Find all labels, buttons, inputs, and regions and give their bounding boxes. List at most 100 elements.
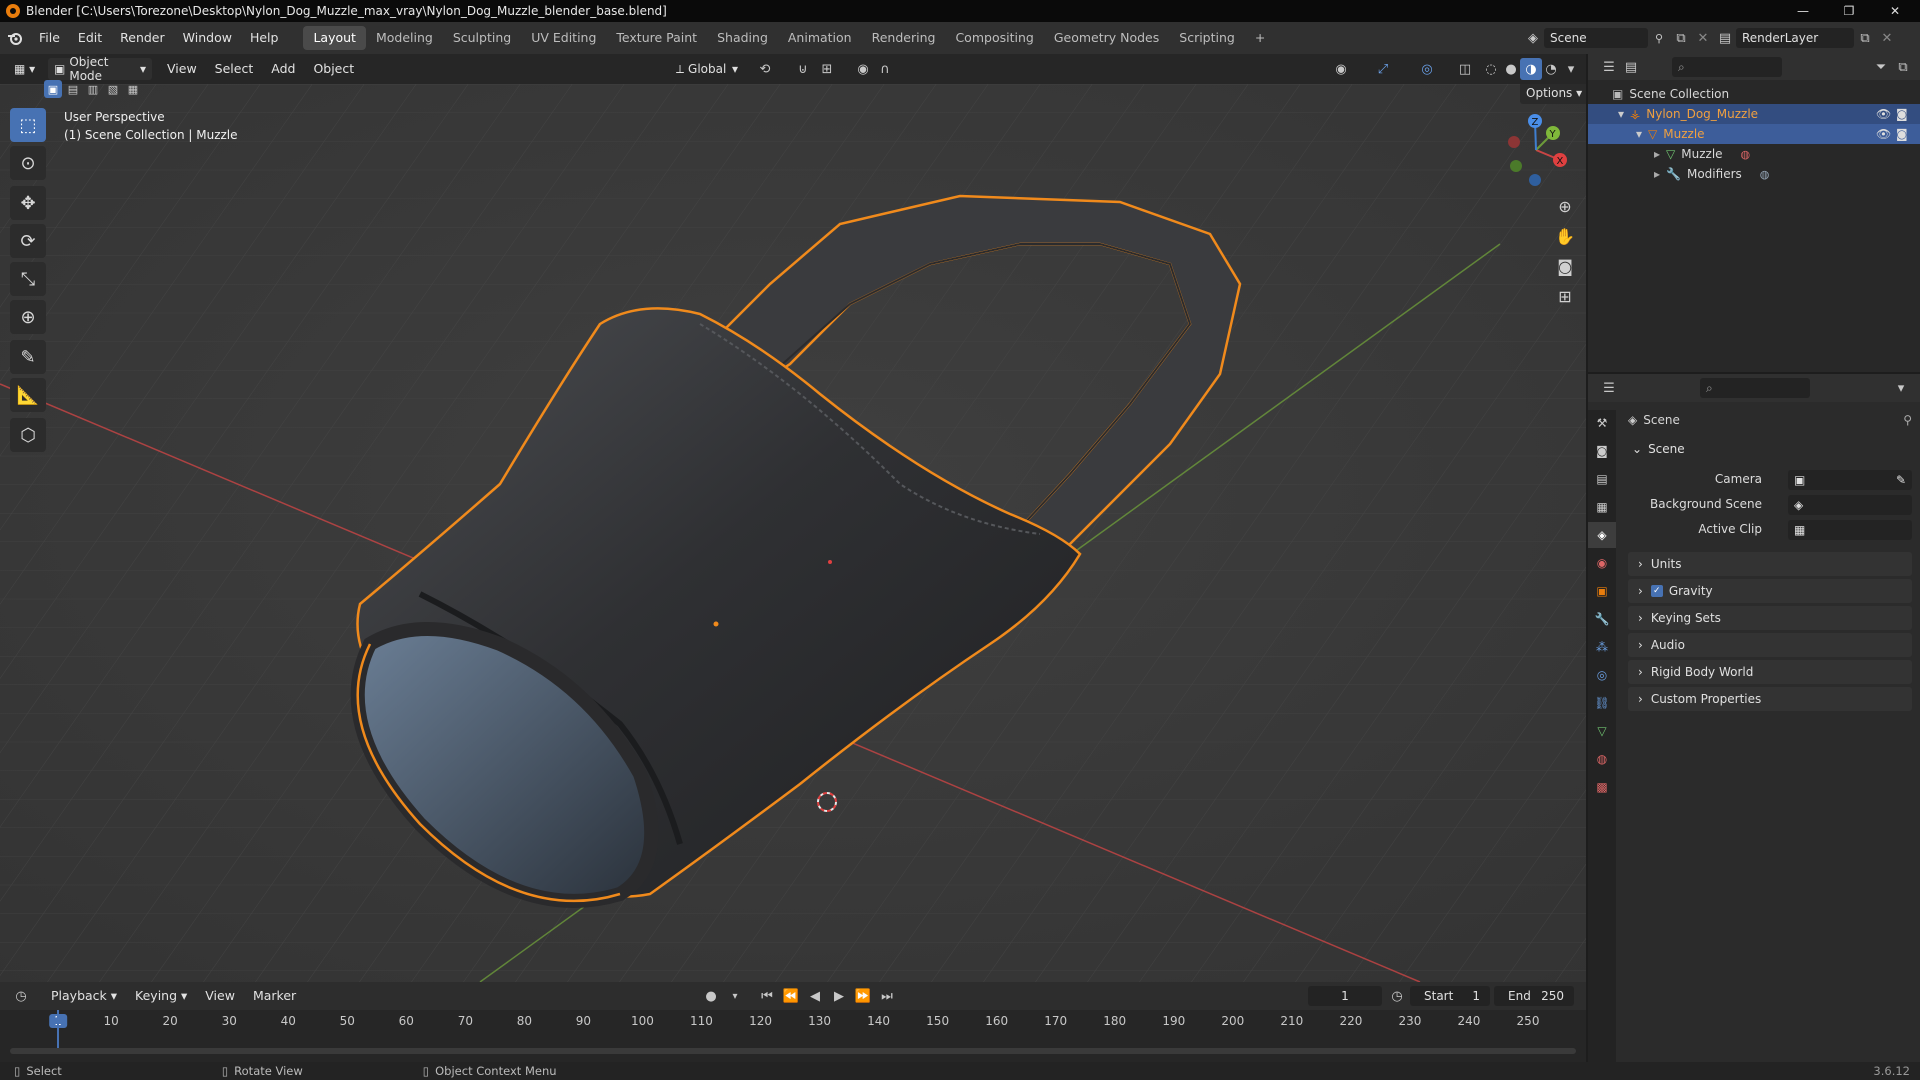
active-clip-field[interactable]: ▦ — [1788, 520, 1912, 540]
expand-arrow-icon[interactable]: ▾ — [1618, 107, 1624, 121]
tab-geometry-nodes[interactable]: Geometry Nodes — [1044, 26, 1169, 50]
scale-tool-icon[interactable]: ⤡ — [10, 262, 46, 296]
outliner-row-modifiers[interactable]: ▸ 🔧 Modifiers ◍ — [1588, 164, 1920, 184]
scene-tab-icon[interactable]: ◈ — [1588, 522, 1616, 548]
next-keyframe-icon[interactable]: ⏩ — [852, 985, 874, 1007]
physics-tab-icon[interactable]: ◎ — [1588, 662, 1616, 688]
prev-keyframe-icon[interactable]: ⏪ — [780, 985, 802, 1007]
particles-tab-icon[interactable]: ⁂ — [1588, 634, 1616, 660]
eye-icon[interactable]: 👁 — [1876, 127, 1891, 141]
outliner-search-input[interactable]: ⌕ — [1672, 57, 1782, 77]
camera-render-icon[interactable]: ◙ — [1896, 107, 1908, 121]
preview-range-icon[interactable]: ◷ — [1386, 985, 1408, 1007]
zoom-icon[interactable]: ⊕ — [1550, 192, 1580, 220]
tab-modeling[interactable]: Modeling — [366, 26, 443, 50]
jump-start-icon[interactable]: ⏮ — [756, 985, 778, 1007]
menu-help[interactable]: Help — [241, 26, 288, 50]
timeline-menu-marker[interactable]: Marker — [244, 984, 305, 1008]
view-layer-selector[interactable]: RenderLayer — [1736, 28, 1854, 48]
viewport-menu-add[interactable]: Add — [262, 57, 304, 81]
background-scene-field[interactable]: ◈ — [1788, 495, 1912, 515]
add-cube-tool-icon[interactable]: ⬡ — [10, 418, 46, 452]
delete-scene-icon[interactable]: ✕ — [1692, 27, 1714, 49]
annotate-tool-icon[interactable]: ✎ — [10, 340, 46, 374]
pin-icon[interactable]: ⚲ — [1648, 27, 1670, 49]
properties-search-input[interactable]: ⌕ — [1700, 378, 1810, 398]
timeline-menu-view[interactable]: View — [196, 984, 244, 1008]
panel-units[interactable]: › Units — [1628, 552, 1912, 576]
jump-end-icon[interactable]: ⏭ — [876, 985, 898, 1007]
panel-rigid-body-world[interactable]: › Rigid Body World — [1628, 660, 1912, 684]
snap-target-icon[interactable]: ⊞ — [816, 58, 838, 80]
scene-section-header[interactable]: ⌄ Scene — [1628, 438, 1912, 460]
move-tool-icon[interactable]: ✥ — [10, 186, 46, 220]
snap-icon[interactable]: ⊍ — [792, 58, 814, 80]
filter-icon[interactable]: ⏷ — [1870, 56, 1892, 78]
expand-arrow-icon[interactable]: ▸ — [1654, 167, 1660, 181]
tab-texture-paint[interactable]: Texture Paint — [606, 26, 707, 50]
modifier-tab-icon[interactable]: 🔧 — [1588, 606, 1616, 632]
record-icon[interactable]: ● — [700, 985, 722, 1007]
maximize-button[interactable]: ❐ — [1826, 0, 1872, 22]
viewport-menu-object[interactable]: Object — [304, 57, 363, 81]
new-scene-icon[interactable]: ⧉ — [1670, 27, 1692, 49]
outliner-row-muzzle-mesh[interactable]: ▸ ▽ Muzzle ◍ — [1588, 144, 1920, 164]
rotate-tool-icon[interactable]: ⟳ — [10, 224, 46, 258]
panel-gravity[interactable]: › ✓ Gravity — [1628, 579, 1912, 603]
rendered-shading-icon[interactable]: ◔ — [1540, 58, 1562, 80]
navigation-gizmo[interactable]: X Y Z — [1496, 112, 1576, 188]
falloff-icon[interactable]: ∩ — [874, 58, 896, 80]
new-view-layer-icon[interactable]: ⧉ — [1854, 27, 1876, 49]
select-invert-icon[interactable]: ▧ — [104, 80, 122, 98]
xray-toggle-icon[interactable]: ◫ — [1454, 58, 1476, 80]
start-frame-field[interactable]: Start 1 — [1410, 986, 1490, 1006]
panel-custom-properties[interactable]: › Custom Properties — [1628, 687, 1912, 711]
outliner-row-muzzle-object[interactable]: ▾ ▽ Muzzle 👁 ◙ — [1588, 124, 1920, 144]
select-intersect-icon[interactable]: ▦ — [124, 80, 142, 98]
view-layer-tab-icon[interactable]: ▦ — [1588, 494, 1616, 520]
viewport-menu-select[interactable]: Select — [206, 57, 263, 81]
proportional-editing-icon[interactable]: ◉ — [852, 58, 874, 80]
pin-icon[interactable]: ⚲ — [1903, 413, 1912, 427]
display-mode-icon[interactable]: ▤ — [1620, 56, 1642, 78]
tab-scripting[interactable]: Scripting — [1169, 26, 1245, 50]
timeline-editor-type-icon[interactable]: ◷ — [10, 985, 32, 1007]
pivot-point-icon[interactable]: ⟲ — [754, 58, 776, 80]
blender-menu-icon[interactable] — [0, 31, 30, 45]
outliner-row-nylon-dog-muzzle[interactable]: ▾ ⚶ Nylon_Dog_Muzzle 👁 ◙ — [1588, 104, 1920, 124]
pan-hand-icon[interactable]: ✋ — [1550, 222, 1580, 250]
properties-menu-icon[interactable]: ▾ — [1890, 377, 1912, 399]
perspective-toggle-icon[interactable]: ⊞ — [1550, 282, 1580, 310]
scene-selector[interactable]: Scene — [1544, 28, 1648, 48]
panel-audio[interactable]: › Audio — [1628, 633, 1912, 657]
minimize-button[interactable]: — — [1780, 0, 1826, 22]
view-layer-browse-icon[interactable]: ▤ — [1714, 27, 1736, 49]
world-tab-icon[interactable]: ◉ — [1588, 550, 1616, 576]
texture-tab-icon[interactable]: ▩ — [1588, 774, 1616, 800]
viewport-menu-view[interactable]: View — [158, 57, 206, 81]
close-button[interactable]: ✕ — [1872, 0, 1918, 22]
select-set-icon[interactable]: ▣ — [44, 80, 62, 98]
keying-options-icon[interactable]: ▾ — [724, 985, 746, 1007]
solid-shading-icon[interactable]: ● — [1500, 58, 1522, 80]
properties-editor-type-icon[interactable]: ☰ — [1598, 377, 1620, 399]
menu-file[interactable]: File — [30, 26, 69, 50]
end-frame-field[interactable]: End 250 — [1494, 986, 1574, 1006]
tab-compositing[interactable]: Compositing — [945, 26, 1043, 50]
mode-selector[interactable]: ▣ Object Mode ▾ — [48, 55, 152, 83]
wireframe-shading-icon[interactable]: ◌ — [1480, 58, 1502, 80]
panel-keying-sets[interactable]: › Keying Sets — [1628, 606, 1912, 630]
material-tab-icon[interactable]: ◍ — [1588, 746, 1616, 772]
output-tab-icon[interactable]: ▤ — [1588, 466, 1616, 492]
add-workspace-button[interactable]: + — [1245, 26, 1275, 50]
eye-icon[interactable]: 👁 — [1876, 107, 1891, 121]
object-tab-icon[interactable]: ▣ — [1588, 578, 1616, 604]
outliner-row-scene-collection[interactable]: ▣ Scene Collection — [1588, 84, 1920, 104]
menu-render[interactable]: Render — [111, 26, 174, 50]
visibility-icon[interactable]: ◉ — [1330, 58, 1352, 80]
timeline-menu-playback[interactable]: Playback ▾ — [42, 984, 126, 1008]
select-extend-icon[interactable]: ▤ — [64, 80, 82, 98]
transform-tool-icon[interactable]: ⊕ — [10, 300, 46, 334]
timeline-menu-keying[interactable]: Keying ▾ — [126, 984, 196, 1008]
tab-sculpting[interactable]: Sculpting — [443, 26, 521, 50]
